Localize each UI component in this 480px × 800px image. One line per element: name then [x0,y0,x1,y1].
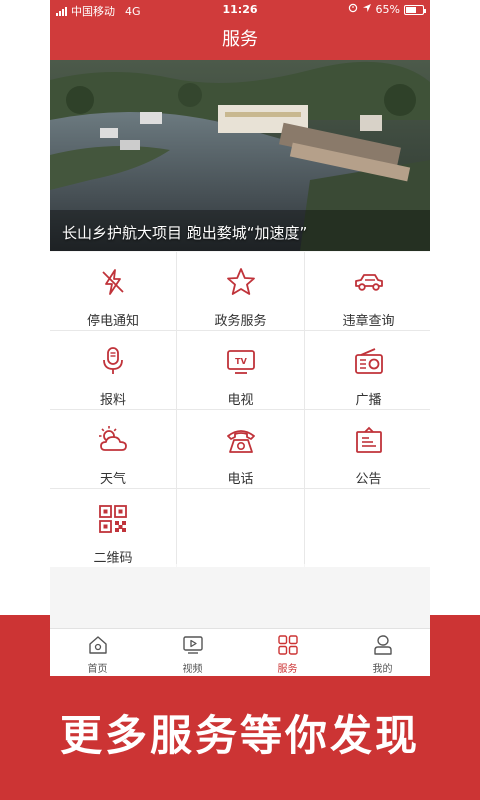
tab-label: 服务 [277,664,298,675]
radio-icon [354,348,383,374]
video-icon [182,636,203,654]
banner-carousel[interactable]: 长山乡护航大项目 跑出婺城“加速度” [50,60,430,251]
tv-icon: TV [226,350,255,374]
qr-code-icon [99,505,127,533]
service-report[interactable]: 报料 [50,331,176,409]
service-label: 报料 [99,393,126,408]
service-notice[interactable]: 公告 [305,410,430,488]
empty-cell [177,489,304,567]
service-government[interactable]: 政务服务 [177,252,304,330]
service-tv[interactable]: TV 电视 [177,331,304,409]
service-label: 二维码 [93,551,133,566]
tab-video[interactable]: 视频 [145,629,240,676]
status-bar: 中国移动 4G 11:26 65% [50,0,430,20]
tab-profile[interactable]: 我的 [335,629,430,676]
tab-home[interactable]: 首页 [50,629,145,676]
notice-icon [355,426,382,453]
service-label: 天气 [99,472,126,487]
empty-cell [305,489,430,567]
banner-caption: 长山乡护航大项目 跑出婺城“加速度” [62,224,308,242]
service-label: 广播 [355,393,382,408]
tab-label: 我的 [372,664,393,675]
profile-icon [373,635,392,655]
tab-label: 视频 [182,664,203,675]
power-outage-icon [102,269,124,295]
page-title: 服务 [50,20,430,60]
grid-icon [277,635,298,655]
home-icon [88,636,107,654]
alarm-icon [348,3,358,16]
service-power-outage[interactable]: 停电通知 [50,252,176,330]
service-label: 电话 [227,472,254,487]
service-weather[interactable]: 天气 [50,410,176,488]
service-radio[interactable]: 广播 [305,331,430,409]
service-label: 电视 [227,393,254,408]
battery-percent: 65% [375,3,400,16]
star-icon [226,268,255,295]
svg-text:TV: TV [235,357,247,366]
tab-label: 首页 [87,664,108,675]
service-label: 违章查询 [342,314,395,329]
battery-icon [404,4,426,15]
location-icon [362,3,372,16]
service-qr-code[interactable]: 二维码 [50,489,176,567]
bottom-tab-bar: 首页 视频 服务 我的 [50,628,430,676]
promo-slogan: 更多服务等你发现 [59,711,420,760]
tab-services[interactable]: 服务 [240,629,335,676]
weather-icon [99,426,127,451]
telephone-icon [226,430,255,453]
car-icon [354,274,383,291]
phone-screen: 中国移动 4G 11:26 65% 服务 长山乡护航大项目 跑出婺城“加速度” … [50,0,430,676]
service-phone[interactable]: 电话 [177,410,304,488]
service-label: 政务服务 [214,314,267,329]
service-violation-query[interactable]: 违章查询 [305,252,430,330]
service-label: 停电通知 [86,314,139,329]
service-grid: 停电通知 政务服务 违章查询 报料 TV 电视 广播 天气 电话 公告 二维码 [50,252,430,567]
service-label: 公告 [355,472,382,487]
microphone-icon [103,347,123,374]
